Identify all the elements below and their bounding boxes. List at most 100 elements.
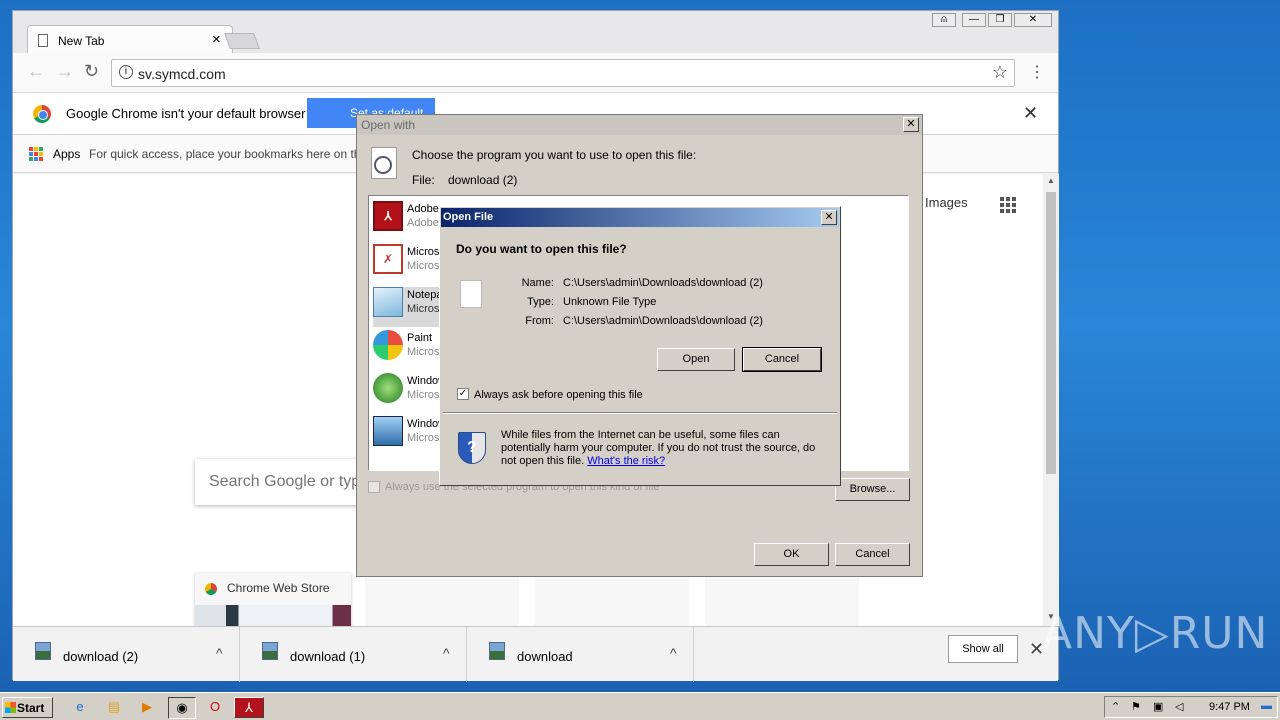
risk-link[interactable]: What's the risk? xyxy=(587,455,665,467)
back-arrow-icon[interactable]: ← xyxy=(27,61,45,82)
browse-button[interactable]: Browse... xyxy=(835,478,910,501)
reload-icon[interactable]: ↻ xyxy=(84,61,99,82)
download-item[interactable]: download (2) ^ xyxy=(13,627,240,682)
anyrun-watermark: ANY▷RUN xyxy=(1042,608,1269,659)
download-shelf: download (2) ^ download (1) ^ download ^… xyxy=(13,626,1058,682)
from-value: C:\Users\admin\Downloads\download (2) xyxy=(563,315,763,327)
paint-icon xyxy=(373,330,403,360)
volume-icon[interactable]: ◁ xyxy=(1175,700,1183,713)
download-name: download xyxy=(517,649,573,664)
ok-button[interactable]: OK xyxy=(754,543,829,566)
dialog-question: Do you want to open this file? xyxy=(456,242,627,256)
download-name: download (2) xyxy=(63,649,139,664)
always-ask-label: Always ask before opening this file xyxy=(474,389,643,401)
search-document-icon xyxy=(371,147,397,179)
open-button[interactable]: Open xyxy=(657,348,735,371)
infobar-message: Google Chrome isn't your default browser xyxy=(66,106,306,121)
flag-icon[interactable]: ⚑ xyxy=(1131,700,1141,713)
opera-icon[interactable]: O xyxy=(204,697,226,718)
program-name: Paint xyxy=(407,332,433,344)
blank-file-icon xyxy=(460,280,482,308)
dialog-close-icon[interactable]: ✕ xyxy=(903,117,919,132)
show-desktop-icon[interactable]: ▬ xyxy=(1261,700,1272,712)
minimize-button[interactable]: — xyxy=(962,13,986,27)
notepad-icon xyxy=(373,287,403,317)
always-ask-checkbox[interactable]: ✓ xyxy=(457,388,469,400)
google-apps-icon[interactable] xyxy=(1000,197,1016,213)
cancel-button[interactable]: Cancel xyxy=(742,347,822,372)
cancel-button[interactable]: Cancel xyxy=(835,543,910,566)
clock[interactable]: 9:47 PM xyxy=(1209,701,1250,713)
apps-link[interactable]: Apps xyxy=(53,147,80,161)
url-text[interactable]: sv.symcd.com xyxy=(138,66,226,82)
tab-new-tab[interactable]: New Tab × xyxy=(27,25,233,55)
network-icon[interactable]: ▣ xyxy=(1153,700,1163,713)
file-name: download (2) xyxy=(448,173,518,187)
explorer-folder-icon[interactable]: ▤ xyxy=(103,697,125,718)
chevron-up-icon[interactable]: ^ xyxy=(443,645,450,661)
chrome-logo-icon xyxy=(33,105,51,123)
tab-title: New Tab xyxy=(58,34,105,48)
windows-media-icon xyxy=(373,373,403,403)
separator xyxy=(443,412,837,414)
file-icon xyxy=(489,642,505,660)
chevron-up-icon[interactable]: ^ xyxy=(216,645,223,661)
file-icon xyxy=(35,642,51,660)
user-icon[interactable]: ⍝ xyxy=(932,13,956,27)
bookmarks-hint: For quick access, place your bookmarks h… xyxy=(89,147,359,161)
most-visited-tile[interactable]: Chrome Web Store xyxy=(195,573,351,633)
type-value: Unknown File Type xyxy=(563,296,657,308)
taskbar: Start e ▤ ▶ ◉ O ⅄ ⌃ ⚑ ▣ ◁ 9:47 PM ▬ xyxy=(0,692,1280,720)
show-hidden-icon[interactable]: ⌃ xyxy=(1111,700,1120,713)
warning-text: While files from the Internet can be use… xyxy=(501,429,831,468)
download-item[interactable]: download (1) ^ xyxy=(240,627,467,682)
forward-arrow-icon[interactable]: → xyxy=(56,61,74,82)
page-icon xyxy=(38,34,48,47)
show-all-button[interactable]: Show all xyxy=(948,635,1018,663)
scroll-thumb[interactable] xyxy=(1046,192,1056,474)
photo-viewer-icon xyxy=(373,416,403,446)
type-key: Type: xyxy=(527,296,554,308)
address-bar[interactable]: i sv.symcd.com ☆ xyxy=(111,59,1015,87)
system-tray: ⌃ ⚑ ▣ ◁ 9:47 PM ▬ xyxy=(1104,696,1278,718)
images-link[interactable]: Images xyxy=(925,195,968,210)
bookmark-star-icon[interactable]: ☆ xyxy=(992,62,1008,83)
adobe-pdf-icon: ⅄ xyxy=(373,201,403,231)
always-use-checkbox[interactable] xyxy=(368,481,380,493)
tile-label: Chrome Web Store xyxy=(227,581,330,595)
windows-logo-icon xyxy=(5,702,16,713)
name-key: Name: xyxy=(521,277,554,289)
security-shield-icon: ? xyxy=(458,432,486,464)
dialog-prompt: Choose the program you want to use to op… xyxy=(412,148,697,162)
internet-explorer-icon[interactable]: e xyxy=(69,697,91,718)
program-name: Adobe xyxy=(407,203,439,215)
dialog-titlebar[interactable]: Open File ✕ xyxy=(441,208,839,227)
media-player-icon[interactable]: ▶ xyxy=(136,697,158,718)
infobar-close-icon[interactable]: ✕ xyxy=(1023,103,1038,124)
start-button[interactable]: Start xyxy=(2,697,53,718)
window-close-button[interactable]: ✕ xyxy=(1014,13,1052,27)
file-label: File: xyxy=(412,173,435,187)
restore-button[interactable]: ❐ xyxy=(988,13,1012,27)
menu-dots-icon[interactable]: ⋮ xyxy=(1029,62,1045,82)
start-label: Start xyxy=(17,701,45,715)
acrobat-taskbar-icon[interactable]: ⅄ xyxy=(234,697,264,718)
scroll-up-icon[interactable]: ▲ xyxy=(1047,176,1055,185)
apps-grid-icon[interactable] xyxy=(29,147,43,161)
tab-strip: New Tab × ⍝ — ❐ ✕ xyxy=(13,11,1058,55)
dialog-title: Open with xyxy=(361,118,416,132)
new-tab-button[interactable] xyxy=(224,33,260,49)
download-item[interactable]: download ^ xyxy=(467,627,694,682)
dialog-title: Open File xyxy=(443,211,494,223)
program-vendor: Adobe xyxy=(407,217,439,229)
chevron-up-icon[interactable]: ^ xyxy=(670,645,677,661)
browser-toolbar: ← → ↻ i sv.symcd.com ☆ ⋮ xyxy=(13,53,1058,93)
dialog-titlebar[interactable]: Open with ✕ xyxy=(357,115,922,135)
empty-tile xyxy=(705,573,859,627)
info-icon[interactable]: i xyxy=(119,65,133,79)
empty-tile xyxy=(365,573,519,627)
tab-close-button[interactable]: × xyxy=(212,31,221,48)
dialog-close-icon[interactable]: ✕ xyxy=(821,210,837,225)
page-scrollbar[interactable]: ▲ ▼ xyxy=(1043,174,1059,626)
chrome-taskbar-icon[interactable]: ◉ xyxy=(168,697,196,719)
